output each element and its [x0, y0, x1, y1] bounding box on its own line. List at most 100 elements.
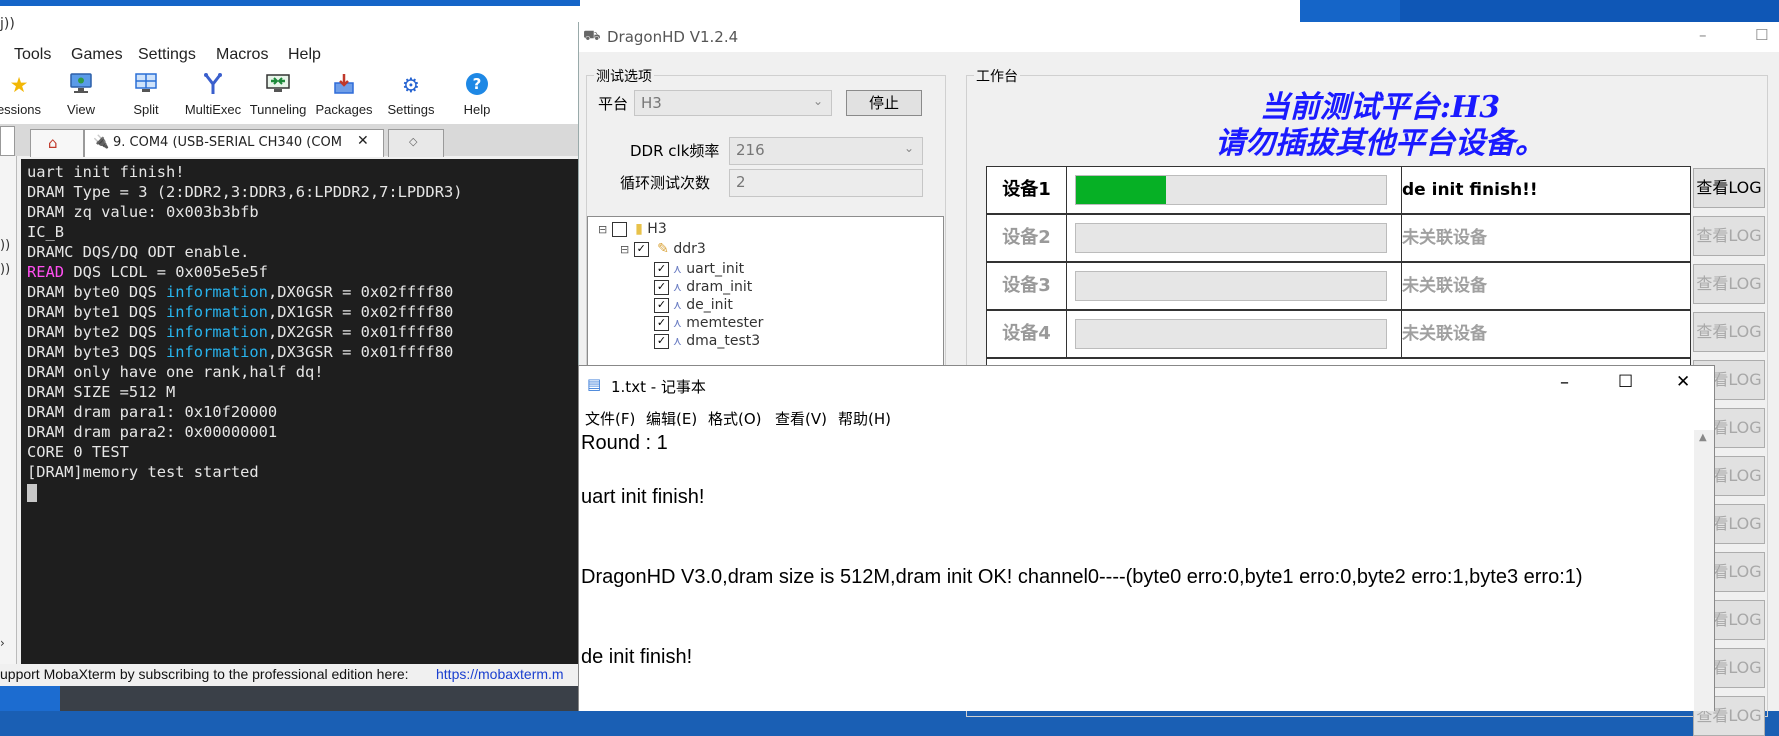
toolbar-label: MultiExec	[184, 102, 242, 117]
close-icon[interactable]: ✕	[1676, 372, 1690, 392]
sidebar-arrow-icon[interactable]: ›	[0, 636, 5, 650]
status-text: upport MobaXterm by subscribing to the p…	[0, 666, 409, 682]
notepad-menu-file[interactable]: 文件(F)	[585, 408, 635, 429]
home-tab[interactable]: ⌂	[30, 129, 84, 157]
view-log-button[interactable]: 查看LOG	[1693, 312, 1765, 352]
folder-icon: ▮	[635, 221, 643, 237]
device-row: 设备2 未关联设备	[986, 214, 1691, 262]
scroll-up-icon[interactable]: ▲	[1699, 432, 1707, 443]
toolbar-settings-button[interactable]: ⚙ Settings	[380, 70, 442, 122]
menu-games[interactable]: Games	[71, 46, 123, 64]
menu-help[interactable]: Help	[288, 46, 321, 64]
tab-com4[interactable]: 🔌 9. COM4 (USB-SERIAL CH340 (COM ✕	[84, 129, 384, 157]
notepad-menu-edit[interactable]: 编辑(E)	[646, 408, 697, 429]
workbench-group-label: 工作台	[974, 66, 1020, 86]
tree-root[interactable]: ⊟ ▮ H3	[598, 219, 667, 239]
terminal-line: DRAM zq value: 0x003b3bfb	[27, 202, 582, 222]
device-progress-cell	[1067, 167, 1402, 213]
status-link[interactable]: https://mobaxterm.m	[436, 666, 564, 682]
tree-leaf[interactable]: ✓ ⋏ de_init	[654, 295, 733, 315]
collapse-icon[interactable]: ⊟	[598, 223, 607, 236]
chevron-down-icon: ⌄	[903, 141, 914, 155]
terminal-text-segment: DRAM dram para1: 0x10f20000	[27, 403, 278, 421]
ddr-clk-label: DDR clk频率	[630, 142, 720, 160]
device-name: 设备1	[987, 167, 1067, 213]
toolbar-multiexec-button[interactable]: MultiExec	[182, 70, 244, 122]
test-tree[interactable]: ⊟ ▮ H3 ⊟ ✓ ✎ ddr3 ✓ ⋏ uart_init ✓ ⋏ dram_in…	[587, 216, 944, 368]
notepad-scrollbar[interactable]: ▲	[1694, 430, 1714, 711]
checkbox[interactable]: ✓	[654, 261, 669, 277]
toolbar-sessions-button[interactable]: ★ essions	[0, 70, 50, 122]
notepad-title: 1.txt - 记事本	[611, 378, 706, 396]
checkbox[interactable]: ✓	[654, 279, 669, 295]
tree-leaf-label: dma_test3	[686, 333, 761, 349]
test-item-icon: ⋏	[673, 280, 682, 294]
tree-leaf-label: uart_init	[686, 261, 745, 277]
checkbox[interactable]	[611, 221, 627, 237]
device-row: 设备4 未关联设备	[986, 310, 1691, 358]
terminal-line: DRAM byte0 DQS information,DX0GSR = 0x02…	[27, 282, 582, 302]
view-log-button[interactable]: 查看LOG	[1693, 168, 1765, 208]
taskbar-fragment	[60, 686, 580, 711]
terminal-text-segment: DQS LCDL = 0x005e5e5f	[64, 263, 268, 281]
checkbox[interactable]: ✓	[654, 297, 669, 313]
terminal-line: IC_B	[27, 222, 582, 242]
toolbar-view-button[interactable]: View	[50, 70, 112, 122]
toolbar-label: Settings	[387, 102, 435, 117]
toolbar-packages-button[interactable]: Packages	[313, 70, 375, 122]
help-icon: ?	[464, 72, 490, 98]
notepad-menu-view[interactable]: 查看(V)	[775, 408, 827, 429]
ddr-clk-select[interactable]: 216 ⌄	[729, 137, 923, 165]
terminal-line: DRAM byte2 DQS information,DX2GSR = 0x01…	[27, 322, 582, 342]
new-tab-button[interactable]: ◇	[388, 129, 444, 157]
new-tab-icon: ◇	[409, 135, 418, 148]
sidebar-fragment: ))	[0, 238, 11, 253]
tree-leaf-label: dram_init	[686, 279, 753, 295]
tab-close-icon[interactable]: ✕	[357, 133, 369, 149]
tree-leaf[interactable]: ✓ ⋏ memtester	[654, 313, 763, 333]
checkbox[interactable]: ✓	[633, 241, 649, 257]
menu-macros[interactable]: Macros	[216, 46, 268, 64]
tree-leaf[interactable]: ✓ ⋏ dram_init	[654, 277, 752, 297]
menu-settings[interactable]: Settings	[138, 46, 196, 64]
toolbar-split-button[interactable]: Split	[115, 70, 177, 122]
collapse-icon[interactable]: ⊟	[620, 243, 629, 256]
quick-connect-field[interactable]	[0, 126, 15, 156]
notepad-menu-help[interactable]: 帮助(H)	[838, 408, 891, 429]
toolbar-label: Packages	[315, 102, 373, 117]
platform-value: H3	[641, 94, 662, 112]
notepad-line: DragonHD V3.0,dram size is 512M,dram ini…	[581, 566, 1583, 588]
menu-tools[interactable]: Tools	[14, 46, 51, 64]
maximize-icon[interactable]: ☐	[1755, 26, 1768, 44]
tree-node-label: ddr3	[673, 241, 706, 257]
minimize-icon[interactable]: –	[1560, 372, 1569, 393]
tree-leaf[interactable]: ✓ ⋏ uart_init	[654, 259, 744, 279]
terminal-text-segment: DRAM byte0 DQS	[27, 283, 166, 301]
view-log-button[interactable]: 查看LOG	[1693, 216, 1765, 256]
notepad-line: de init finish!	[581, 646, 693, 668]
stop-button[interactable]: 停止	[846, 90, 922, 116]
warning-headline: 请勿插拔其他平台设备。	[1215, 126, 1545, 161]
tree-leaf[interactable]: ✓ ⋏ dma_test3	[654, 331, 760, 351]
terminal-line: uart init finish!	[27, 162, 582, 182]
checkbox[interactable]: ✓	[654, 315, 669, 331]
terminal-text-segment: CORE 0 TEST	[27, 443, 129, 461]
minimize-icon[interactable]: –	[1699, 26, 1707, 44]
terminal-text-segment: DRAM zq value: 0x003b3bfb	[27, 203, 259, 221]
loop-count-input[interactable]: 2	[729, 169, 923, 197]
toolbar-help-button[interactable]: ? Help	[446, 70, 508, 122]
terminal-line: CORE 0 TEST	[27, 442, 582, 462]
maximize-icon[interactable]: ☐	[1618, 372, 1633, 392]
options-group-label: 测试选项	[594, 66, 654, 86]
platform-select[interactable]: H3 ⌄	[634, 90, 832, 116]
device-name: 设备2	[987, 215, 1067, 261]
terminal-text-segment: ,DX0GSR = 0x02ffff80	[267, 283, 454, 301]
tree-node-ddr3[interactable]: ⊟ ✓ ✎ ddr3	[620, 239, 706, 259]
terminal-output[interactable]: uart init finish! DRAM Type = 3 (2:DDR2,3…	[21, 159, 582, 664]
view-log-button[interactable]: 查看LOG	[1693, 264, 1765, 304]
toolbar-tunneling-button[interactable]: Tunneling	[247, 70, 309, 122]
notepad-menu-format[interactable]: 格式(O)	[708, 408, 762, 429]
device-status: 未关联设备	[1402, 324, 1487, 344]
terminal-text-segment: uart init finish!	[27, 163, 185, 181]
checkbox[interactable]: ✓	[654, 333, 669, 349]
